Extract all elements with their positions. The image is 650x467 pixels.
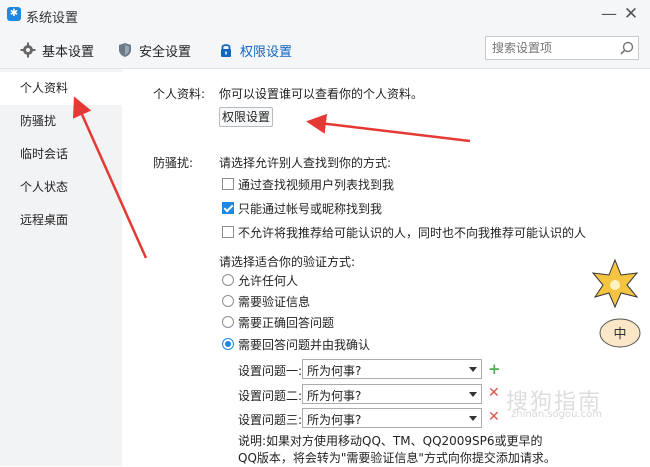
arrow-to-permission-button	[306, 113, 471, 143]
tab-security-settings[interactable]: 安全设置	[117, 40, 191, 60]
chevron-down-icon[interactable]	[469, 367, 477, 372]
sidebar-item-anti-harassment[interactable]: 防骚扰	[0, 105, 122, 138]
radio-label: 需要回答问题并由我确认	[238, 338, 371, 352]
search-icon[interactable]	[620, 41, 634, 55]
watermark-url: zhinan.sogou.com	[511, 409, 603, 420]
remove-question-button[interactable]: ✕	[488, 385, 500, 401]
select-value: 所为何事?	[307, 389, 362, 403]
qq-logo-icon: ✱	[7, 7, 21, 21]
add-question-button[interactable]: +	[488, 360, 501, 378]
tab-label: 安全设置	[139, 44, 192, 60]
mascot-label: 中	[613, 327, 626, 342]
sidebar-item-profile[interactable]: 个人资料	[0, 72, 122, 105]
lock-icon	[221, 44, 231, 57]
question-2-select[interactable]: 所为何事?	[302, 384, 482, 404]
profile-section-label: 个人资料:	[153, 87, 206, 101]
verify-need-message-radio[interactable]	[222, 295, 234, 307]
no-recommend-checkbox[interactable]	[222, 226, 234, 238]
mascot-illustration: 中	[591, 258, 641, 348]
radio-label: 需要正确回答问题	[238, 316, 335, 330]
find-by-video-list-checkbox[interactable]	[222, 178, 234, 190]
verify-method-prompt: 请选择适合你的验证方式:	[219, 255, 356, 269]
compatibility-note: 说明:如果对方使用移动QQ、TM、QQ2009SP6或更早的QQ版本，将会转为"…	[238, 434, 556, 465]
checkbox-label: 不允许将我推荐给可能认识的人，同时也不向我推荐可能认识的人	[238, 226, 587, 240]
search-input[interactable]	[492, 40, 610, 56]
settings-toolbar: 基本设置 安全设置 权限设置	[0, 30, 650, 69]
question-1-label: 设置问题一:	[238, 364, 303, 378]
settings-search-box[interactable]	[485, 36, 639, 60]
sidebar-item-temp-session[interactable]: 临时会话	[0, 138, 122, 171]
find-by-account-checkbox[interactable]	[222, 202, 234, 214]
chevron-down-icon[interactable]	[469, 416, 477, 421]
verify-correct-answer-radio[interactable]	[222, 316, 234, 328]
settings-sidebar: 个人资料 防骚扰 临时会话 个人状态 远程桌面	[0, 69, 122, 466]
remove-question-button[interactable]: ✕	[488, 409, 500, 425]
sidebar-item-personal-status[interactable]: 个人状态	[0, 171, 122, 204]
radio-label: 允许任何人	[238, 274, 299, 288]
sidebar-item-remote-desktop[interactable]: 远程桌面	[0, 204, 122, 237]
verify-answer-and-confirm-radio[interactable]	[222, 338, 234, 350]
select-value: 所为何事?	[307, 364, 362, 378]
shield-icon	[119, 43, 131, 57]
title-bar: ✱ 系统设置 — ✕	[0, 0, 650, 30]
tab-label: 基本设置	[42, 44, 95, 60]
question-3-label: 设置问题三:	[238, 413, 303, 427]
harass-section-label: 防骚扰:	[153, 156, 194, 170]
permission-settings-button[interactable]: 权限设置	[219, 107, 273, 127]
question-1-select[interactable]: 所为何事?	[302, 359, 482, 379]
checkbox-label: 通过查找视频用户列表找到我	[238, 178, 395, 192]
minimize-button[interactable]: —	[601, 4, 617, 24]
tab-label: 权限设置	[240, 44, 293, 60]
window-title: 系统设置	[26, 11, 79, 26]
verify-allow-anyone-radio[interactable]	[222, 274, 234, 286]
checkbox-label: 只能通过帐号或昵称找到我	[238, 202, 383, 216]
chevron-down-icon[interactable]	[469, 392, 477, 397]
tab-permission-settings[interactable]: 权限设置	[218, 40, 292, 60]
question-2-label: 设置问题二:	[238, 389, 303, 403]
radio-label: 需要验证信息	[238, 295, 311, 309]
question-3-select[interactable]: 所为何事?	[302, 408, 482, 428]
find-method-prompt: 请选择允许别人查找到你的方式:	[219, 156, 392, 170]
close-button[interactable]: ✕	[622, 4, 640, 24]
gear-icon	[20, 42, 36, 58]
tab-basic-settings[interactable]: 基本设置	[20, 40, 94, 60]
select-value: 所为何事?	[307, 413, 362, 427]
profile-description: 你可以设置谁可以查看你的个人资料。	[219, 87, 424, 101]
